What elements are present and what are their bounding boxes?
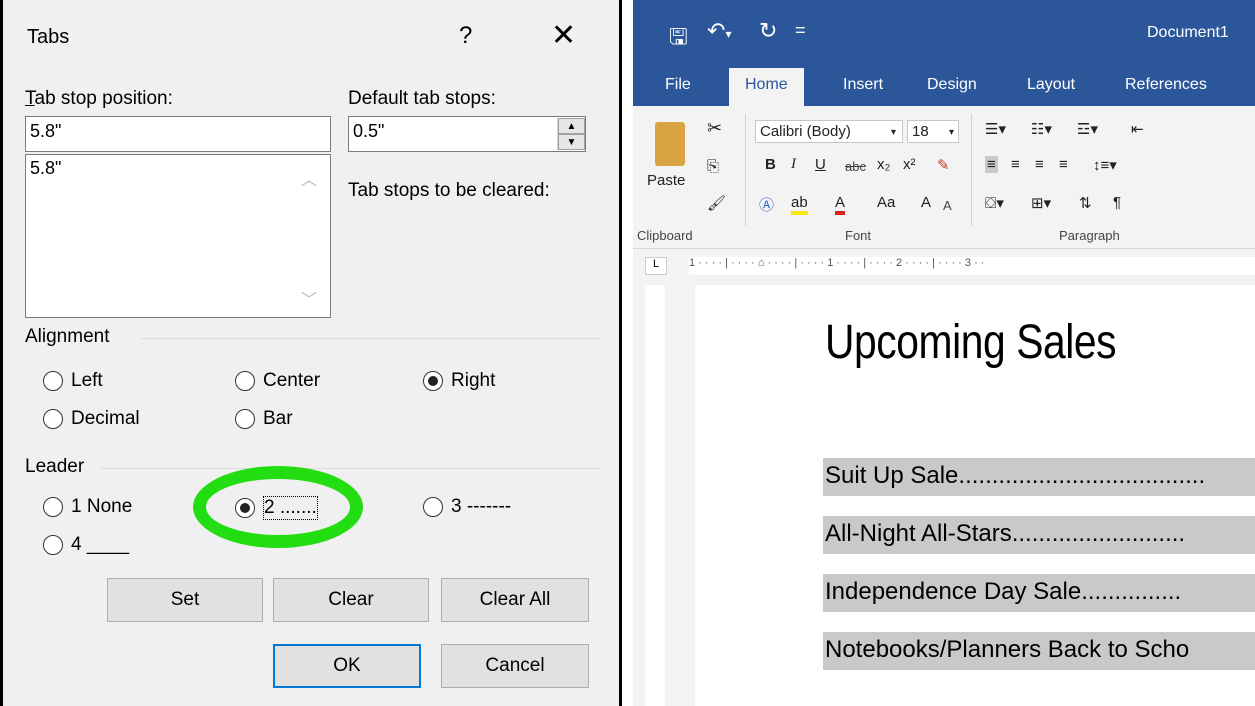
scroll-up-icon[interactable]: ︿	[301, 166, 317, 190]
copy-icon[interactable]: ⎘	[707, 158, 719, 175]
dialog-title: Tabs	[27, 26, 70, 48]
leader-divider	[101, 468, 601, 469]
shrink-font-button[interactable]: A	[943, 198, 952, 213]
clear-button[interactable]: Clear	[273, 578, 429, 622]
tab-file[interactable]: File	[665, 76, 691, 94]
save-icon[interactable]: 🖫	[669, 20, 688, 58]
ribbon-tabs: File Home Insert Design Layout Reference…	[633, 68, 1255, 106]
tab-design[interactable]: Design	[927, 76, 977, 94]
spin-down-icon[interactable]: ▼	[558, 134, 585, 150]
ribbon-divider	[971, 114, 972, 226]
change-case-button[interactable]: Aa	[877, 194, 895, 211]
cancel-button[interactable]: Cancel	[441, 644, 589, 688]
align-left-icon[interactable]: ≡	[985, 156, 998, 173]
bold-button[interactable]: B	[765, 156, 776, 173]
leader-group-label: Leader	[25, 456, 85, 477]
format-painter-icon[interactable]: 🖌	[707, 194, 726, 212]
italic-button[interactable]: I	[791, 156, 796, 173]
group-label-clipboard: Clipboard	[637, 228, 693, 243]
shading-icon[interactable]: ⛋▾	[985, 194, 1004, 212]
alignment-bar-radio[interactable]: Bar	[235, 408, 293, 430]
spin-up-icon[interactable]: ▲	[558, 118, 585, 134]
title-bar: 🖫 ↶▾ ↻ = Document1	[633, 0, 1255, 68]
document-line[interactable]: Independence Day Sale...............	[823, 574, 1255, 612]
leader-dashes-radio[interactable]: 3 -------	[423, 496, 511, 518]
font-name-dropdown[interactable]: Calibri (Body) ▾	[755, 120, 903, 143]
document-title[interactable]: Upcoming Sales	[825, 315, 1117, 370]
set-button[interactable]: Set	[107, 578, 263, 622]
alignment-decimal-radio[interactable]: Decimal	[43, 408, 140, 430]
alignment-right-radio[interactable]: Right	[423, 370, 495, 392]
horizontal-ruler[interactable]: 1 · · · · | · · · · ⌂ · · · · | · · · · …	[689, 257, 1255, 275]
tab-home[interactable]: Home	[729, 68, 804, 106]
underline-button[interactable]: U	[815, 156, 826, 173]
tab-references[interactable]: References	[1125, 76, 1207, 94]
help-button[interactable]: ?	[459, 22, 472, 50]
document-line[interactable]: All-Night All-Stars.....................…	[823, 516, 1255, 554]
alignment-group-label: Alignment	[25, 326, 110, 347]
subscript-button[interactable]: x₂	[877, 156, 890, 173]
close-button[interactable]: ✕	[551, 18, 576, 53]
tabs-dialog: Tabs ? ✕ Tab stop position: 5.8" 5.8" ︿ …	[0, 0, 622, 706]
text-effects-icon[interactable]: Ⓐ	[759, 194, 774, 215]
group-label-paragraph: Paragraph	[1059, 228, 1120, 243]
document-line[interactable]: Suit Up Sale............................…	[823, 458, 1255, 496]
tab-stop-list[interactable]: 5.8"	[25, 154, 331, 318]
tab-selector[interactable]: L	[645, 257, 667, 275]
superscript-button[interactable]: x²	[903, 156, 916, 173]
tab-stop-list-item[interactable]: 5.8"	[30, 158, 326, 179]
undo-icon[interactable]: ↶▾	[707, 18, 731, 44]
document-name: Document1	[1147, 24, 1229, 41]
ruler-row: L 1 · · · · | · · · · ⌂ · · · · | · · · …	[633, 249, 1255, 285]
tab-layout[interactable]: Layout	[1027, 76, 1075, 94]
default-tab-stops-input[interactable]: 0.5"	[348, 116, 586, 152]
vertical-ruler[interactable]	[645, 285, 665, 706]
ribbon: Paste ✂ ⎘ 🖌 Calibri (Body) ▾ 18 ▾ B I U ab…	[633, 106, 1255, 249]
font-size-dropdown[interactable]: 18 ▾	[907, 120, 959, 143]
tab-stop-position-label: Tab stop position:	[25, 88, 173, 109]
borders-icon[interactable]: ⊞▾	[1031, 194, 1051, 212]
default-tab-stops-label: Default tab stops:	[348, 88, 496, 109]
group-label-font: Font	[845, 228, 872, 243]
ribbon-divider	[745, 114, 746, 226]
paste-icon[interactable]	[655, 122, 685, 166]
show-formatting-button[interactable]: ¶	[1113, 194, 1121, 211]
decrease-indent-icon[interactable]: ⇤	[1131, 120, 1144, 138]
clear-all-button[interactable]: Clear All	[441, 578, 589, 622]
clear-formatting-icon[interactable]: ✎	[937, 156, 950, 174]
alignment-divider	[141, 338, 601, 339]
default-tab-stops-spinner[interactable]: ▲ ▼	[557, 118, 585, 150]
redo-icon[interactable]: ↻	[759, 18, 777, 44]
line-spacing-icon[interactable]: ↕≡▾	[1093, 156, 1117, 174]
ok-button[interactable]: OK	[273, 644, 421, 688]
tab-stops-to-clear-label: Tab stops to be cleared:	[348, 180, 550, 201]
align-center-icon[interactable]: ≡	[1011, 156, 1020, 173]
align-right-icon[interactable]: ≡	[1035, 156, 1044, 173]
multilevel-list-icon[interactable]: ☲▾	[1077, 120, 1098, 138]
document-line[interactable]: Notebooks/Planners Back to Scho	[823, 632, 1255, 670]
leader-dots-radio[interactable]: 2 .......	[235, 496, 318, 520]
scroll-down-icon[interactable]: ﹀	[301, 286, 317, 310]
alignment-left-radio[interactable]: Left	[43, 370, 103, 392]
cut-icon[interactable]: ✂	[707, 118, 722, 139]
leader-none-radio[interactable]: 1 None	[43, 496, 132, 518]
customize-toolbar-icon[interactable]: =	[795, 20, 806, 41]
bullets-icon[interactable]: ☰▾	[985, 120, 1006, 138]
tab-insert[interactable]: Insert	[843, 76, 883, 94]
font-color-icon[interactable]: A	[835, 194, 846, 215]
grow-font-button[interactable]: A	[921, 194, 931, 211]
tab-stop-position-input[interactable]: 5.8"	[25, 116, 331, 152]
sort-icon[interactable]: ⇅	[1079, 194, 1092, 212]
word-window: 🖫 ↶▾ ↻ = Document1 File Home Insert Desi…	[633, 0, 1255, 706]
paste-label[interactable]: Paste	[647, 172, 685, 189]
leader-underline-radio[interactable]: 4 ____	[43, 534, 129, 556]
numbering-icon[interactable]: ☷▾	[1031, 120, 1052, 138]
justify-icon[interactable]: ≡	[1059, 156, 1068, 173]
alignment-center-radio[interactable]: Center	[235, 370, 320, 392]
document-page[interactable]: Upcoming Sales Suit Up Sale.............…	[695, 285, 1255, 706]
strikethrough-button[interactable]: abc	[845, 159, 866, 174]
highlight-icon[interactable]: ab	[791, 194, 808, 215]
